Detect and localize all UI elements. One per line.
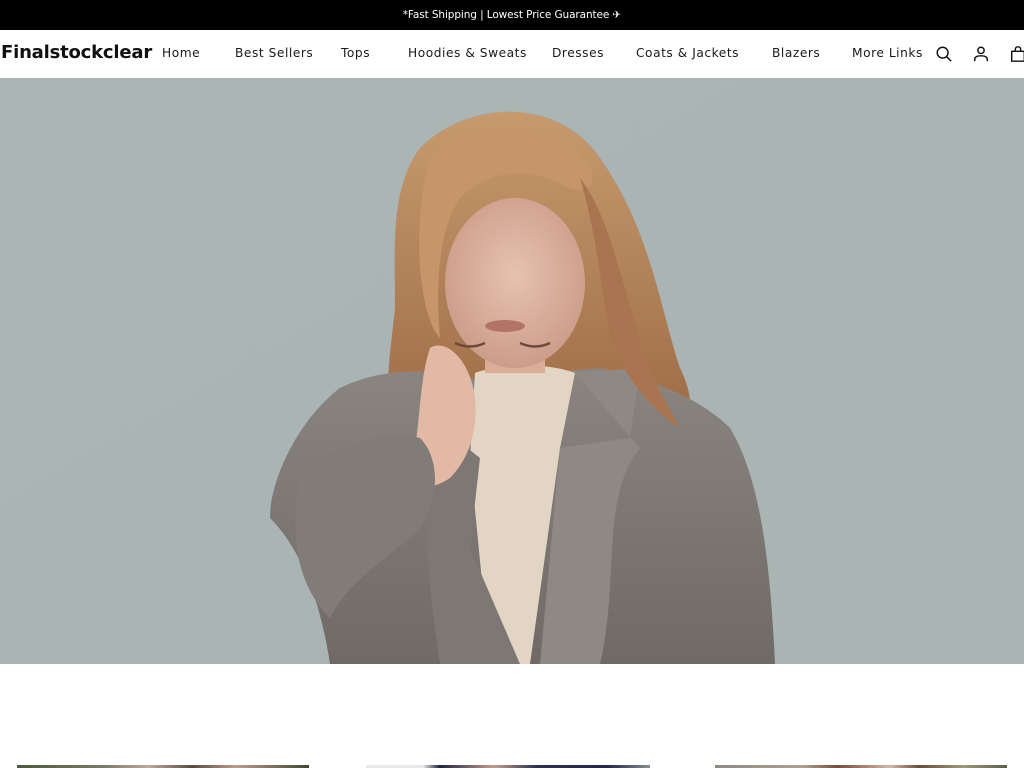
account-button[interactable] <box>971 44 991 64</box>
nav-item-dresses[interactable]: Dresses <box>552 46 604 60</box>
search-button[interactable] <box>934 44 954 64</box>
announcement-bar: *Fast Shipping | Lowest Price Guarantee … <box>0 0 1024 30</box>
hero-banner[interactable] <box>0 78 1024 664</box>
nav-item-coats-jackets[interactable]: Coats & Jackets <box>636 46 739 60</box>
nav-item-more-links[interactable]: More Links <box>852 46 923 60</box>
nav-item-tops[interactable]: Tops <box>341 46 370 60</box>
cart-button[interactable] <box>1008 44 1024 64</box>
site-header: Finalstockclear Home Best Sellers Tops H… <box>0 30 1024 78</box>
hero-face <box>445 198 585 368</box>
nav-item-home[interactable]: Home <box>162 46 200 60</box>
nav-item-blazers[interactable]: Blazers <box>772 46 820 60</box>
account-icon <box>973 46 989 62</box>
shopping-bag-icon <box>1010 46 1024 62</box>
collections-section <box>0 664 1024 768</box>
nav-item-best-sellers[interactable]: Best Sellers <box>235 46 313 60</box>
nav-item-hoodies-sweats[interactable]: Hoodies & Sweats <box>408 46 527 60</box>
hero-lips <box>485 320 525 332</box>
hero-image <box>0 78 1024 664</box>
search-icon <box>936 46 952 62</box>
announcement-text: *Fast Shipping | Lowest Price Guarantee … <box>402 9 622 21</box>
main-navigation: Home Best Sellers Tops Hoodies & Sweats … <box>0 30 1024 78</box>
